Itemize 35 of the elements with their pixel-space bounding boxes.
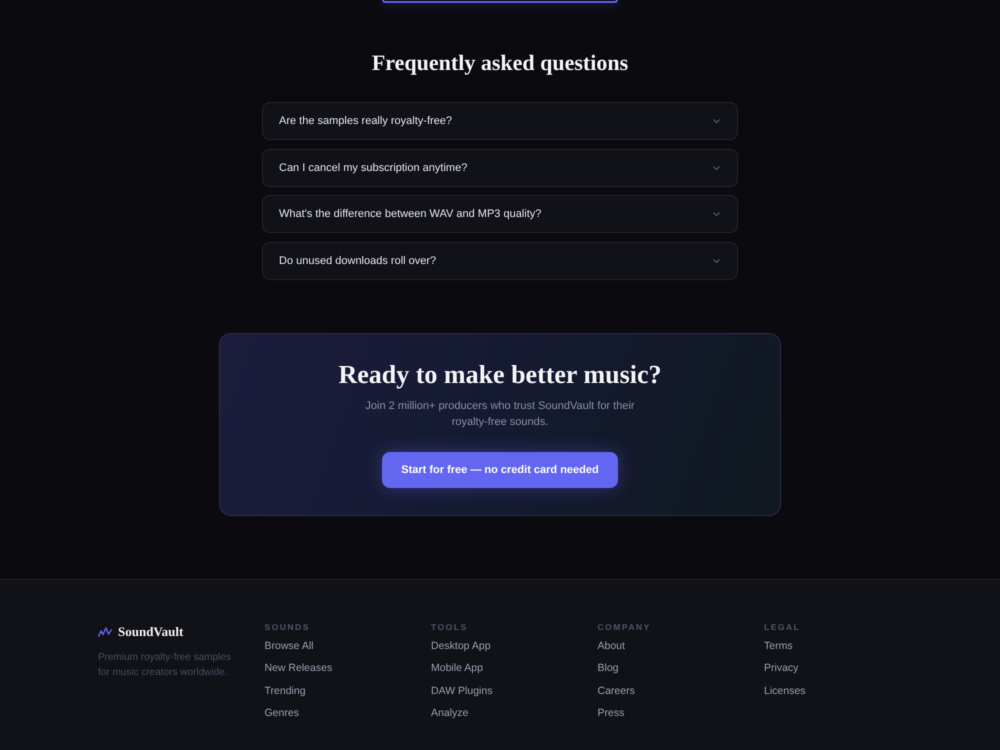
start-free-button[interactable]: Start for free — no credit card needed bbox=[382, 452, 618, 488]
cta-text: Join 2 million+ producers who trust SoundVault for their royalty-free sounds. bbox=[364, 398, 636, 430]
button-edge[interactable] bbox=[382, 0, 618, 3]
faq-question[interactable]: What's the difference between WAV and MP3 quality? bbox=[262, 195, 738, 233]
faq-title: Frequently asked questions bbox=[370, 49, 630, 77]
footer-link[interactable]: Terms bbox=[764, 640, 793, 652]
footer-link[interactable]: Analyze bbox=[431, 707, 468, 720]
column-heading: COMPANY bbox=[598, 620, 651, 632]
chevron-icon bbox=[713, 119, 720, 123]
footer-link[interactable]: Careers bbox=[598, 684, 635, 698]
column-heading: TOOLS bbox=[431, 620, 468, 632]
brand-name: SoundVault bbox=[118, 624, 184, 640]
footer-link[interactable]: New Releases bbox=[264, 662, 332, 675]
footer-link[interactable]: Mobile App bbox=[431, 662, 483, 675]
faq-question[interactable]: Do unused downloads roll over? bbox=[262, 242, 738, 280]
chevron-icon bbox=[713, 258, 720, 262]
footer-link[interactable]: Genres bbox=[264, 707, 299, 720]
footer-link[interactable]: About bbox=[598, 640, 625, 652]
wave-logo-icon bbox=[98, 626, 112, 636]
footer-link[interactable]: Licenses bbox=[764, 684, 806, 698]
chevron-icon bbox=[713, 166, 720, 170]
cta-title: Ready to make better music? bbox=[338, 358, 662, 390]
footer-link[interactable]: Privacy bbox=[764, 662, 798, 675]
column-heading: LEGAL bbox=[764, 620, 800, 632]
column-heading: SOUNDS bbox=[264, 620, 310, 632]
brand-tagline: Premium royalty-free samples for music creators worldwide. bbox=[98, 650, 232, 680]
footer-link[interactable]: Blog bbox=[598, 662, 619, 675]
faq-question[interactable]: Can I cancel my subscription anytime? bbox=[262, 148, 738, 186]
footer-link[interactable]: Press bbox=[598, 707, 624, 720]
footer-link[interactable]: DAW Plugins bbox=[431, 684, 492, 698]
footer-link[interactable]: Desktop App bbox=[431, 640, 491, 652]
faq-question[interactable]: Are the samples really royalty-free? bbox=[262, 102, 738, 140]
footer-link[interactable]: Trending bbox=[264, 684, 306, 698]
chevron-icon bbox=[713, 212, 720, 216]
footer-link[interactable]: Browse All bbox=[264, 640, 314, 652]
